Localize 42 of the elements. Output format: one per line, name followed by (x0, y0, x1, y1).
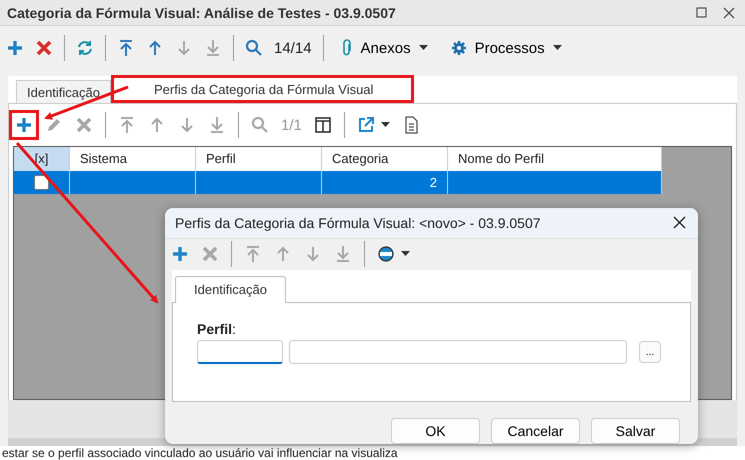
maximize-icon[interactable] (696, 7, 707, 18)
column-header[interactable]: Nome do Perfil (448, 147, 662, 171)
column-header[interactable]: Perfil (196, 147, 322, 171)
save-button[interactable]: Salvar (591, 418, 680, 444)
close-icon[interactable] (723, 6, 735, 18)
add-icon[interactable] (6, 39, 24, 57)
delete-icon[interactable] (35, 39, 53, 57)
export-icon[interactable] (356, 116, 375, 134)
column-header[interactable]: Sistema (70, 147, 196, 171)
cancel-button[interactable]: Cancelar (491, 418, 580, 444)
attachments-menu[interactable]: Anexos (334, 39, 434, 57)
input-field[interactable] (289, 340, 627, 364)
field-label: Perfil: (197, 321, 237, 337)
tab[interactable]: Perfis da Categoria da Fórmula Visual (111, 75, 414, 103)
input-field[interactable] (197, 340, 283, 364)
paperclip-icon (340, 39, 353, 57)
description-text: estar se o perfil associado vinculado ao usuário vai influenciar na visualiza (0, 446, 745, 460)
add-icon[interactable] (15, 116, 33, 134)
dialog-title: Perfis da Categoria da Fórmula Visual: <novo> - 03.9.0507 (175, 214, 541, 231)
window-title: Categoria da Fórmula Visual: Análise de Testes - 03.9.0507 (7, 4, 397, 20)
settings-icon (450, 40, 467, 56)
arrow-top-icon[interactable] (117, 39, 135, 57)
search-icon[interactable] (245, 39, 263, 57)
column-header[interactable]: Categoria (322, 147, 448, 171)
caret-icon (552, 45, 562, 51)
processes-menu[interactable]: Processos (444, 40, 568, 56)
columns-icon[interactable] (314, 116, 332, 134)
tab[interactable]: Identificação (16, 80, 111, 103)
circle-icon[interactable] (377, 245, 395, 264)
close-icon[interactable] (673, 216, 686, 230)
caret-icon[interactable] (401, 251, 410, 258)
caret-icon (418, 45, 428, 51)
tab[interactable]: Identificação (175, 276, 286, 303)
ok-button[interactable]: OK (391, 418, 480, 444)
refresh-icon[interactable] (76, 39, 94, 57)
row-checkbox[interactable] (34, 175, 49, 190)
caret-icon[interactable] (380, 122, 390, 128)
record-counter: 14/14 (274, 40, 312, 56)
add-icon[interactable] (171, 245, 189, 264)
record-counter: 1/1 (281, 116, 302, 134)
table-cell: 2 (322, 171, 448, 194)
lookup-button[interactable]: ... (639, 341, 661, 363)
